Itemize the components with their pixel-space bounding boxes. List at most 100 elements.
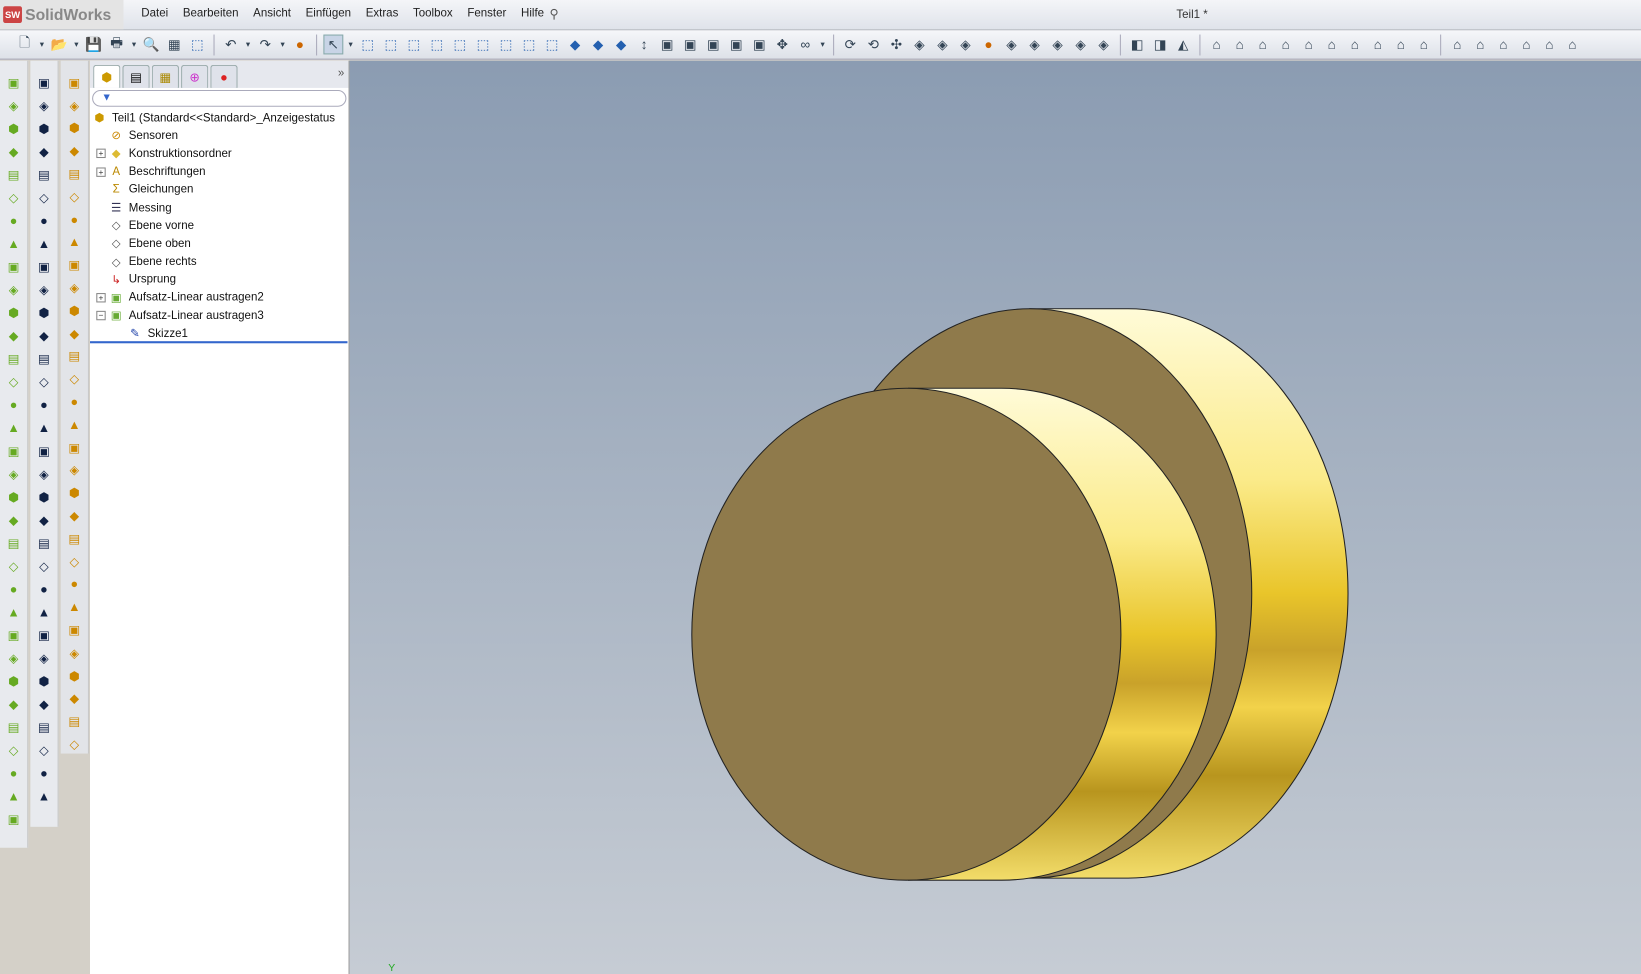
toolbar-icon[interactable]: ◨ [1150,35,1170,55]
toolbar-icon[interactable]: ◧ [1127,35,1147,55]
feature-icon[interactable]: ● [5,764,22,783]
tool-icon[interactable]: ● [66,575,83,594]
toolbar-icon[interactable]: ⌂ [1414,35,1434,55]
toolbar-icon[interactable]: ◆ [588,35,608,55]
toolbar-icon[interactable]: ● [290,35,310,55]
toolbar-icon[interactable]: ⬚ [519,35,539,55]
tool-icon[interactable]: ◆ [66,689,83,708]
feature-icon[interactable]: ◆ [5,695,22,714]
feature-icon[interactable]: ▲ [5,603,22,622]
tool-icon[interactable]: ◈ [66,461,83,480]
tool-icon[interactable]: ▲ [66,233,83,252]
front-cylinder[interactable] [691,387,1217,881]
toolbar-icon[interactable]: ⌂ [1253,35,1273,55]
tool-icon[interactable]: ⬢ [66,484,83,503]
toolbar-icon[interactable]: ⬚ [450,35,470,55]
rollback-bar[interactable] [90,341,348,344]
toolbar-icon[interactable]: ⬚ [404,35,424,55]
toolbar-icon[interactable]: ▾ [346,35,354,55]
toolbar-icon[interactable]: 🔍 [141,35,161,55]
sketch-tool-icon[interactable]: ⬢ [36,119,53,138]
tree-item[interactable]: + A Beschriftungen [90,163,349,181]
toolbar-icon[interactable]: ◈ [1071,35,1091,55]
expand-toggle[interactable]: − [96,311,106,321]
tool-icon[interactable]: ▤ [66,712,83,731]
sketch-tool-icon[interactable]: ▣ [36,73,53,92]
menu-fenster[interactable]: Fenster [460,7,514,20]
tool-icon[interactable]: ▣ [66,73,83,92]
toolbar-icon[interactable]: 🖶 [107,34,127,55]
toolbar-icon[interactable]: ⌂ [1299,35,1319,55]
sketch-tool-icon[interactable]: ◆ [36,695,53,714]
toolbar-icon[interactable]: ⬚ [427,35,447,55]
tree-item[interactable]: ◇ Ebene oben [90,235,349,253]
toolbar-icon[interactable]: ⬚ [358,35,378,55]
toolbar-icon[interactable]: ⌂ [1540,35,1560,55]
tool-icon[interactable]: ▣ [66,621,83,640]
feature-icon[interactable]: ▤ [5,165,22,184]
tool-icon[interactable]: ⬢ [66,301,83,320]
sketch-tool-icon[interactable]: ◇ [36,373,53,392]
toolbar-icon[interactable]: ↖ [323,34,344,55]
feature-icon[interactable]: ◆ [5,327,22,346]
tool-icon[interactable]: ◆ [66,507,83,526]
feature-icon[interactable]: ◇ [5,741,22,760]
toolbar-icon[interactable]: ◈ [1094,35,1114,55]
sketch-tool-icon[interactable]: ◈ [36,465,53,484]
solidworks-logo[interactable]: SW SolidWorks [0,0,124,30]
sketch-tool-icon[interactable]: ● [36,764,53,783]
toolbar-icon[interactable]: ↕ [634,35,654,55]
toolbar-icon[interactable]: 💾 [84,35,104,55]
tree-item[interactable]: ⊘ Sensoren [90,127,349,145]
toolbar-icon[interactable]: ⌂ [1368,35,1388,55]
expand-panel-button[interactable]: » [338,67,344,80]
sketch-tool-icon[interactable]: ▣ [36,442,53,461]
menu-hilfe[interactable]: Hilfe [514,7,552,20]
expand-toggle[interactable]: + [96,167,106,177]
feature-icon[interactable]: ▤ [5,350,22,369]
feature-icon[interactable]: ▣ [5,442,22,461]
toolbar-icon[interactable]: ▦ [164,35,184,55]
sketch-tool-icon[interactable]: ▲ [36,603,53,622]
toolbar-icon[interactable]: ▾ [72,35,80,55]
tool-icon[interactable]: ⬢ [66,119,83,138]
sketch-tool-icon[interactable]: ▤ [36,165,53,184]
tree-root[interactable]: ⬢ Teil1 (Standard<<Standard>_Anzeigestat… [90,109,349,127]
sketch-tool-icon[interactable]: ▲ [36,419,53,438]
toolbar-icon[interactable]: ⌂ [1517,35,1537,55]
toolbar-icon[interactable]: ▾ [130,35,138,55]
toolbar-icon[interactable]: ⌂ [1391,35,1411,55]
tool-icon[interactable]: ▣ [66,256,83,275]
tool-icon[interactable]: ⬢ [66,666,83,685]
toolbar-icon[interactable]: ▣ [657,35,677,55]
toolbar-icon[interactable]: ↷ [255,35,275,55]
feature-icon[interactable]: ▲ [5,787,22,806]
feature-icon[interactable]: ▤ [5,534,22,553]
toolbar-icon[interactable]: ◈ [1025,35,1045,55]
sketch-tool-icon[interactable]: ◈ [36,96,53,115]
toolbar-icon[interactable]: ◈ [1048,35,1068,55]
feature-icon[interactable]: ◆ [5,142,22,161]
toolbar-icon[interactable]: ⌂ [1493,35,1513,55]
feature-icon[interactable]: ▤ [5,718,22,737]
toolbar-icon[interactable]: ▣ [703,35,723,55]
toolbar-icon[interactable]: ▾ [818,35,826,55]
toolbar-icon[interactable]: ◆ [565,35,585,55]
menu-toolbox[interactable]: Toolbox [406,7,460,20]
toolbar-icon[interactable]: 🗋 [15,34,35,55]
sketch-tool-icon[interactable]: ◇ [36,188,53,207]
feature-icon[interactable]: ⬢ [5,672,22,691]
tool-icon[interactable]: ▤ [66,165,83,184]
sketch-tool-icon[interactable]: ◆ [36,511,53,530]
feature-icon[interactable]: ◈ [5,649,22,668]
toolbar-icon[interactable]: ▣ [680,35,700,55]
feature-icon[interactable]: ▣ [5,626,22,645]
tool-icon[interactable]: ◇ [66,735,83,754]
toolbar-icon[interactable]: ⬚ [187,35,207,55]
menu-extras[interactable]: Extras [358,7,405,20]
sketch-tool-icon[interactable]: ▤ [36,534,53,553]
tool-icon[interactable]: ▤ [66,347,83,366]
sketch-tool-icon[interactable]: ● [36,396,53,415]
sketch-tool-icon[interactable]: ● [36,211,53,230]
toolbar-icon[interactable]: ⬚ [542,35,562,55]
